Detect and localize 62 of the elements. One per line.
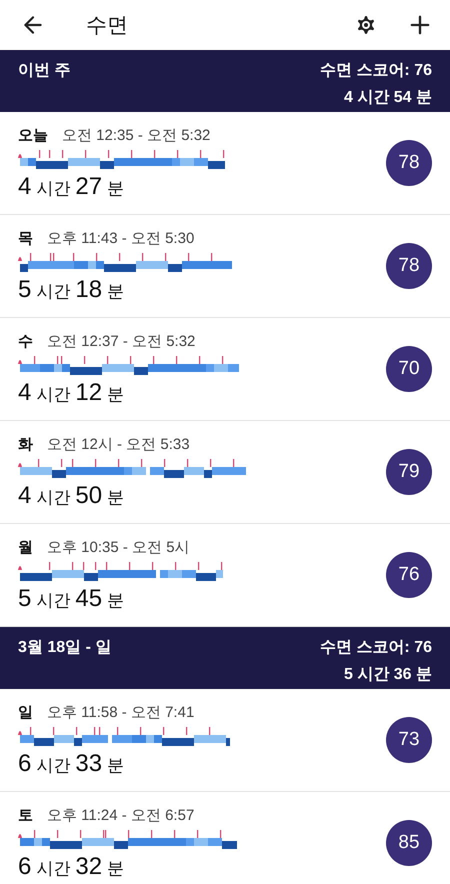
sleep-score: 85 (386, 820, 432, 866)
sleep-score-summary: 수면 스코어: 76 (320, 61, 432, 81)
day-label: 일 (18, 702, 33, 722)
day-label: 화 (18, 434, 33, 454)
day-label: 토 (18, 806, 33, 824)
sleep-row[interactable]: 오늘 오전 12:35 - 오전 5:32 4 시간 27 분 78 (0, 112, 450, 215)
sleep-score-summary: 수면 스코어: 76 (320, 638, 432, 658)
sleep-row[interactable]: 일 오후 11:58 - 오전 7:41 6 시간 33 분 73 (0, 689, 450, 792)
sleep-row[interactable]: 수 오전 12:37 - 오전 5:32 4 시간 12 분 70 (0, 318, 450, 421)
duration-unit: 시간 (36, 858, 70, 880)
sleep-row[interactable]: 화 오전 12시 - 오전 5:33 4 시간 50 분 79 (0, 421, 450, 524)
sleep-score: 78 (386, 140, 432, 186)
week-title: 이번 주 (18, 61, 70, 81)
duration-unit: 분 (107, 858, 124, 880)
duration-value: 45 (75, 584, 102, 612)
day-label: 월 (18, 538, 33, 556)
duration-value: 4 (18, 172, 32, 200)
duration-value: 50 (75, 482, 102, 510)
duration-value: 6 (18, 852, 32, 880)
page-title: 수면 (86, 13, 129, 39)
duration-unit: 시간 (36, 384, 70, 406)
duration-value: 4 (18, 482, 32, 510)
duration-value: 27 (75, 172, 102, 200)
duration-value: 5 (18, 584, 32, 612)
day-label: 수 (18, 332, 33, 350)
duration-value: 5 (18, 276, 32, 304)
duration-unit: 시간 (36, 280, 70, 302)
duration-value: 32 (75, 852, 102, 880)
week-title: 3월 18일 - 일 (18, 638, 112, 658)
time-range: 오후 10:35 - 오전 5시 (47, 538, 190, 556)
total-duration: 4 시간 54 분 (344, 88, 432, 108)
duration-unit: 분 (107, 486, 124, 508)
time-range: 오전 12:35 - 오전 5:32 (62, 126, 210, 144)
duration-unit: 시간 (36, 486, 70, 508)
time-range: 오후 11:43 - 오전 5:30 (47, 228, 194, 248)
time-range: 오후 11:58 - 오전 7:41 (47, 702, 194, 722)
duration-unit: 분 (107, 590, 124, 612)
total-duration: 5 시간 36 분 (344, 665, 432, 685)
time-range: 오후 11:24 - 오전 6:57 (47, 806, 194, 824)
duration-value: 4 (18, 378, 32, 406)
sleep-score: 78 (386, 243, 432, 289)
day-label: 오늘 (18, 126, 48, 144)
duration-unit: 시간 (36, 178, 70, 200)
sleep-score: 76 (386, 552, 432, 598)
duration-unit: 분 (107, 384, 124, 406)
sleep-score: 73 (386, 717, 432, 763)
duration-value: 33 (75, 750, 102, 778)
duration-unit: 시간 (36, 590, 70, 612)
sleep-row[interactable]: 목 오후 11:43 - 오전 5:30 5 시간 18 분 78 (0, 215, 450, 318)
time-range: 오전 12시 - 오전 5:33 (47, 434, 190, 454)
duration-unit: 시간 (36, 754, 70, 776)
day-label: 목 (18, 228, 33, 248)
duration-unit: 분 (107, 280, 124, 302)
duration-value: 18 (75, 276, 102, 304)
sleep-score: 79 (386, 449, 432, 495)
duration-value: 6 (18, 750, 32, 778)
duration-unit: 분 (107, 754, 124, 776)
sleep-score: 70 (386, 346, 432, 392)
duration-unit: 분 (107, 178, 124, 200)
time-range: 오전 12:37 - 오전 5:32 (47, 332, 196, 350)
duration-value: 12 (75, 378, 102, 406)
sleep-row[interactable]: 토 오후 11:24 - 오전 6:57 6 시간 32 분 85 (0, 792, 450, 884)
